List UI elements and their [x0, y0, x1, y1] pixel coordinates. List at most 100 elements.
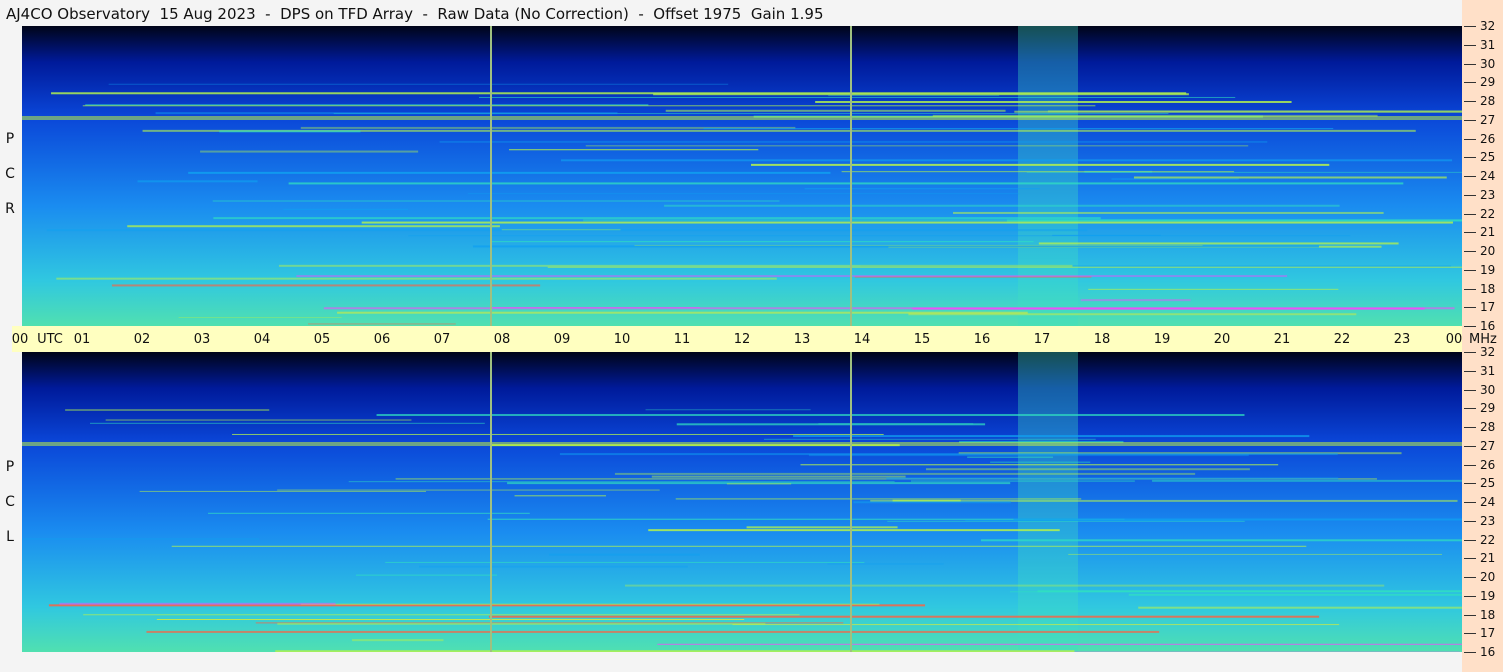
utc-tick-label: 16	[973, 332, 991, 347]
interference-line	[841, 171, 1235, 173]
interference-line	[361, 221, 1453, 224]
interference-line	[1037, 590, 1462, 593]
interference-line	[1128, 593, 1462, 596]
rcp-spectrogram-svg	[22, 26, 1462, 326]
mhz-tick-label: 32	[1480, 345, 1496, 359]
interference-line	[108, 83, 729, 85]
interference-line	[105, 419, 412, 421]
mhz-tick-mark	[1464, 326, 1476, 327]
interference-line	[624, 584, 1385, 587]
marker-line	[490, 26, 492, 326]
interference-line	[887, 520, 1245, 522]
utc-tick-label: 19	[1153, 332, 1171, 347]
interference-line	[213, 217, 1101, 220]
interference-line	[200, 150, 419, 153]
mhz-tick-mark	[1464, 464, 1476, 466]
interference-line	[278, 264, 1073, 267]
interference-line	[1111, 178, 1239, 180]
interference-line	[614, 472, 1196, 475]
rcp-spectrogram	[22, 26, 1462, 326]
interference-line	[1138, 606, 1462, 609]
interference-line	[853, 501, 1011, 504]
interference-line	[59, 602, 336, 605]
mhz-tick-mark	[1464, 307, 1476, 309]
mhz-tick-mark	[1464, 652, 1476, 653]
mhz-tick-label: 17	[1480, 300, 1496, 315]
interference-line	[746, 526, 898, 529]
broadband-emission-band	[1018, 352, 1078, 652]
interference-line	[967, 456, 1054, 458]
interference-line	[467, 193, 1020, 195]
interference-line	[488, 615, 1320, 618]
interference-line	[277, 622, 766, 625]
utc-tick-label: 02	[133, 332, 151, 347]
utc-tick-label: 17	[1033, 332, 1051, 347]
interference-line	[439, 141, 1268, 143]
interference-line	[585, 145, 1249, 147]
interference-line	[82, 105, 1096, 107]
interference-line	[1038, 242, 1399, 245]
mhz-tick-mark	[1464, 577, 1476, 578]
interference-line	[1014, 110, 1462, 113]
utc-tick-label: 09	[553, 332, 571, 347]
utc-tick-label: 12	[733, 332, 751, 347]
interference-line	[1052, 234, 1161, 236]
mhz-tick-mark	[1464, 389, 1476, 391]
rcp-label-c: C	[5, 166, 15, 182]
interference-line	[827, 563, 944, 565]
mhz-tick-mark	[1464, 352, 1476, 353]
rcp-label-r: R	[5, 201, 15, 217]
utc-tick-label: 00	[1445, 332, 1463, 347]
interference-line	[651, 475, 906, 478]
mhz-tick-label: 27	[1480, 438, 1496, 453]
mhz-tick-mark	[1464, 614, 1476, 616]
lcp-label-l: L	[6, 529, 14, 545]
mhz-tick-label: 29	[1480, 75, 1496, 90]
interference-line	[645, 409, 811, 411]
mhz-tick-mark	[1464, 251, 1476, 252]
lcp-label-p: P	[5, 459, 15, 475]
interference-line	[479, 96, 1236, 98]
mhz-tick-label: 18	[1480, 281, 1496, 296]
interference-line	[549, 553, 700, 556]
mhz-tick-label: 20	[1480, 570, 1496, 584]
interference-line	[156, 618, 745, 620]
lcp-spectrogram	[22, 352, 1462, 652]
interference-line	[232, 433, 884, 435]
mhz-tick-mark	[1464, 101, 1476, 102]
mhz-tick-label: 21	[1480, 551, 1496, 566]
interference-line	[208, 512, 530, 514]
cb-band-27mhz	[22, 442, 1462, 446]
mhz-tick-mark	[1464, 82, 1476, 84]
mhz-tick-label: 21	[1480, 225, 1496, 240]
interference-line	[178, 316, 342, 318]
mhz-tick-label: 24	[1480, 495, 1496, 509]
interference-line	[408, 235, 1351, 237]
interference-line	[155, 112, 618, 115]
interference-line	[653, 93, 1189, 96]
interference-line	[657, 643, 1462, 645]
mhz-tick-mark	[1464, 194, 1476, 196]
interference-line	[665, 109, 1006, 112]
mhz-tick-mark	[1464, 595, 1476, 597]
interference-line	[675, 498, 1082, 500]
interference-line	[23, 538, 260, 540]
interference-line	[188, 171, 831, 174]
interference-line	[925, 468, 1250, 471]
interference-line	[348, 481, 895, 483]
mhz-tick-label: 18	[1480, 607, 1496, 622]
interference-line	[1133, 176, 1447, 179]
interference-line	[952, 211, 1384, 214]
utc-tick-label: 18	[1093, 332, 1111, 347]
lcp-spectrogram-svg	[22, 352, 1462, 652]
interference-line	[547, 266, 1462, 268]
mhz-tick-label: 16	[1480, 645, 1496, 659]
mhz-tick-label: 17	[1480, 626, 1496, 641]
interference-line	[648, 529, 1060, 532]
utc-tick-label: 05	[313, 332, 331, 347]
interference-line	[908, 313, 1357, 316]
interference-line	[664, 204, 1340, 207]
utc-unit-label: UTC	[37, 332, 63, 347]
interference-line	[300, 603, 880, 605]
interference-line	[764, 438, 1096, 440]
